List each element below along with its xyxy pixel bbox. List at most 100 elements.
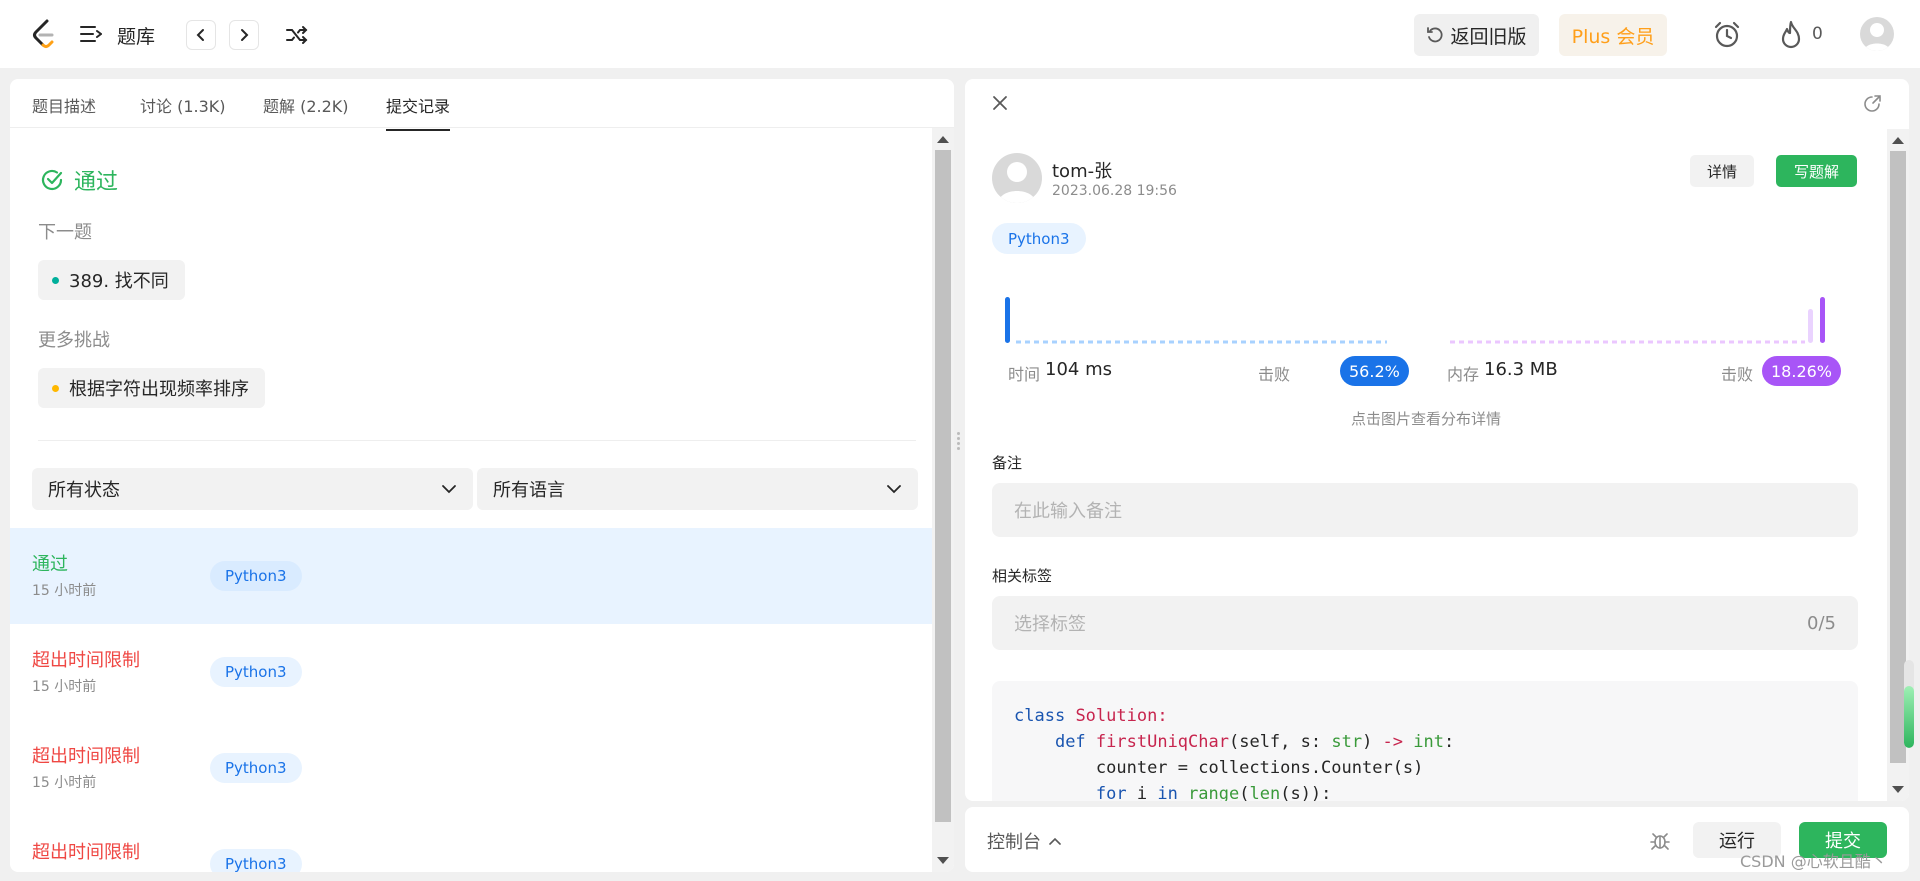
distribution-hint: 点击图片查看分布详情 xyxy=(1350,410,1501,428)
submission-language: Python3 xyxy=(210,657,302,687)
submission-time: 15 小时前 xyxy=(32,583,97,599)
easy-dot xyxy=(52,276,59,284)
language-filter-select[interactable]: 所有语言 xyxy=(477,468,918,510)
runtime-beat-percent: 56.2% xyxy=(1340,356,1409,386)
memory-value: 16.3 MB xyxy=(1484,359,1558,380)
submission-row[interactable]: 超出时间限制 Python3 xyxy=(10,816,932,872)
submission-status: 超出时间限制 xyxy=(32,746,140,767)
note-label: 备注 xyxy=(992,454,1023,472)
tab-submissions[interactable]: 提交记录 xyxy=(386,93,451,131)
memory-beat-label: 击败 xyxy=(1721,365,1754,384)
next-problem-button[interactable] xyxy=(229,20,259,50)
submission-language: Python3 xyxy=(210,561,302,591)
console-toggle[interactable]: 控制台 xyxy=(987,828,1061,854)
submission-row[interactable]: 通过 15 小时前 Python3 xyxy=(10,528,932,624)
status-filter-select[interactable]: 所有状态 xyxy=(32,468,473,510)
close-icon[interactable] xyxy=(990,93,1010,113)
avatar-person-icon xyxy=(1864,23,1890,51)
submission-status: 通过 xyxy=(32,554,68,575)
submission-time: 15 小时前 xyxy=(32,775,97,791)
chevron-down-icon xyxy=(887,485,901,494)
check-circle-icon xyxy=(41,169,63,191)
memory-distribution-chart[interactable] xyxy=(1447,289,1837,349)
tab-description[interactable]: 题目描述 xyxy=(32,93,96,129)
submission-language: Python3 xyxy=(210,753,302,783)
code-block[interactable]: class Solution: def firstUniqChar(self, … xyxy=(992,681,1858,801)
chevron-right-icon xyxy=(241,29,249,41)
scroll-up-arrow-icon[interactable] xyxy=(1892,137,1904,144)
submission-detail-panel: tom-张 2023.06.28 19:56 详情 写题解 Python3 时间… xyxy=(965,79,1909,801)
open-external-icon[interactable] xyxy=(1863,93,1883,113)
next-problem-label: 下一题 xyxy=(38,222,92,243)
next-problem-title: 389. 找不同 xyxy=(69,271,169,292)
memory-label: 内存 xyxy=(1447,365,1480,384)
note-input[interactable]: 在此输入备注 xyxy=(992,483,1858,537)
debug-bug-icon[interactable] xyxy=(1649,829,1671,851)
user-avatar[interactable] xyxy=(1860,17,1894,51)
tab-solutions[interactable]: 题解 (2.2K) xyxy=(263,93,349,129)
language-filter-value: 所有语言 xyxy=(493,480,565,501)
chevron-left-icon xyxy=(196,29,204,41)
shuffle-icon[interactable] xyxy=(285,24,309,46)
submission-time: 15 小时前 xyxy=(32,679,97,695)
runtime-beat-label: 击败 xyxy=(1258,365,1291,384)
submission-row[interactable]: 超出时间限制 15 小时前 Python3 xyxy=(10,624,932,720)
prev-problem-button[interactable] xyxy=(186,20,216,50)
streak-fire-icon[interactable] xyxy=(1778,20,1804,50)
avatar-person-icon xyxy=(998,162,1036,203)
medium-dot xyxy=(52,384,59,392)
slider-fill xyxy=(1904,686,1914,748)
streak-count: 0 xyxy=(1812,24,1823,44)
detail-button[interactable]: 详情 xyxy=(1690,155,1754,187)
code-line: counter = collections.Counter(s) xyxy=(1095,758,1424,778)
submission-language: Python3 xyxy=(210,849,302,872)
more-challenge-chip[interactable]: 根据字符出现频率排序 xyxy=(38,368,265,408)
watermark-text: CSDN @心软且酷丶 xyxy=(1740,852,1887,871)
leetcode-logo-icon[interactable] xyxy=(30,18,58,50)
left-scrollbar[interactable] xyxy=(932,128,954,872)
accepted-text: 通过 xyxy=(74,170,119,195)
scrollbar-thumb[interactable] xyxy=(935,150,951,822)
tags-label: 相关标签 xyxy=(992,567,1053,585)
submission-row[interactable]: 超出时间限制 15 小时前 Python3 xyxy=(10,720,932,816)
status-filter-value: 所有状态 xyxy=(48,480,120,501)
scroll-down-arrow-icon[interactable] xyxy=(1892,786,1904,793)
top-bar: 题库 返回旧版 Plus 会员 0 xyxy=(0,0,1920,68)
chevron-down-icon xyxy=(442,485,456,494)
console-label: 控制台 xyxy=(987,832,1041,853)
more-challenges-label: 更多挑战 xyxy=(38,330,110,351)
back-to-old-version-label: 返回旧版 xyxy=(1450,25,1527,48)
submission-status: 超出时间限制 xyxy=(32,650,140,671)
floating-progress-slider[interactable] xyxy=(1904,660,1914,748)
next-problem-chip[interactable]: 389. 找不同 xyxy=(38,260,185,300)
left-panel: 题目描述 讨论 (1.3K) 题解 (2.2K) 提交记录 通过 下一题 389… xyxy=(10,79,954,872)
tags-count: 0/5 xyxy=(1807,612,1836,634)
accepted-header: 通过 xyxy=(40,164,118,196)
runtime-distribution-chart[interactable] xyxy=(1002,289,1392,349)
scroll-down-arrow-icon[interactable] xyxy=(937,857,949,864)
tags-placeholder: 选择标签 xyxy=(1014,614,1086,635)
undo-icon xyxy=(1427,27,1444,43)
problem-list-menu-icon[interactable] xyxy=(80,24,102,44)
submitter-avatar[interactable] xyxy=(992,153,1042,203)
problem-tabs: 题目描述 讨论 (1.3K) 题解 (2.2K) 提交记录 xyxy=(10,79,954,131)
alarm-clock-icon[interactable] xyxy=(1712,20,1742,50)
submission-language-badge: Python3 xyxy=(992,223,1086,254)
back-to-old-version-button[interactable]: 返回旧版 xyxy=(1414,14,1539,56)
tab-discussion[interactable]: 讨论 (1.3K) xyxy=(140,93,226,129)
chevron-up-icon xyxy=(1049,837,1061,845)
code-line: class Solution: xyxy=(1014,706,1168,726)
more-challenge-title: 根据字符出现频率排序 xyxy=(69,379,249,400)
submitter-name[interactable]: tom-张 xyxy=(1052,157,1112,183)
code-line: def firstUniqChar(self, s: str) -> int: xyxy=(1054,732,1455,752)
scroll-up-arrow-icon[interactable] xyxy=(937,136,949,143)
panel-resize-handle[interactable] xyxy=(957,430,961,452)
write-solution-button[interactable]: 写题解 xyxy=(1776,155,1857,187)
submission-status: 超出时间限制 xyxy=(32,842,140,863)
tags-select[interactable]: 选择标签 0/5 xyxy=(992,596,1858,650)
runtime-label: 时间 xyxy=(1008,365,1041,384)
code-line: for i in range(len(s)): xyxy=(1095,784,1332,801)
divider xyxy=(38,440,916,441)
plus-membership-button[interactable]: Plus 会员 xyxy=(1559,14,1667,56)
problem-bank-title[interactable]: 题库 xyxy=(117,22,155,49)
